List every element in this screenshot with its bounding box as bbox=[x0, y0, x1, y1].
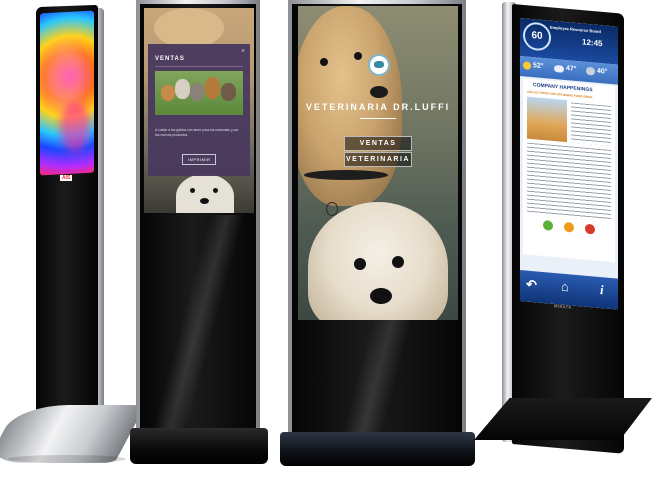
article-text-right bbox=[571, 102, 611, 146]
weather-temp-2: 47° bbox=[566, 65, 577, 73]
kiosk-2-puppy-top bbox=[154, 8, 224, 48]
action-button-orange[interactable] bbox=[564, 221, 574, 233]
board-title: Employee Resource Board bbox=[550, 24, 601, 35]
paw-icon bbox=[368, 54, 390, 76]
kiosk-2-screen: VENTAS × A cuidar a los gatitos con amor… bbox=[144, 8, 254, 213]
board-content: COMPANY HAPPENINGS COLLECTIONS FOR UPCOM… bbox=[523, 78, 615, 263]
food-drive-image bbox=[527, 96, 567, 143]
dialog-divider bbox=[155, 66, 243, 67]
kiosk-3-screen: VETERINARIA DR.LUFFI VENTAS VETERINARIA bbox=[298, 6, 458, 320]
rain-icon bbox=[586, 66, 595, 76]
board-time: 12:45 bbox=[582, 37, 603, 49]
article-text bbox=[527, 142, 611, 220]
home-icon[interactable]: ⌂ bbox=[561, 279, 569, 295]
weather-temp-3: 40° bbox=[597, 67, 608, 76]
kittens-image bbox=[155, 71, 243, 115]
white-puppy bbox=[308, 202, 448, 320]
menu-button-veterinaria[interactable]: VETERINARIA bbox=[344, 152, 412, 167]
back-arrow-icon[interactable]: ↶ bbox=[526, 277, 537, 294]
kiosk-3: VETERINARIA DR.LUFFI VENTAS VETERINARIA bbox=[280, 0, 475, 470]
close-icon[interactable]: × bbox=[241, 48, 245, 55]
cloud-icon bbox=[554, 64, 564, 73]
print-button[interactable]: IMPRIMIR bbox=[182, 154, 217, 165]
ventas-dialog: VENTAS × A cuidar a los gatitos con amor… bbox=[148, 44, 250, 176]
kiosk-1: AIS bbox=[0, 0, 146, 470]
weather-temp-1: 52° bbox=[533, 62, 544, 71]
kiosk-1-screen bbox=[40, 10, 94, 176]
kiosk-2-puppy-bottom bbox=[176, 174, 234, 213]
kiosk-4-base bbox=[474, 398, 652, 440]
info-icon[interactable]: i bbox=[600, 282, 604, 298]
logo-60-icon: 60 bbox=[523, 21, 551, 52]
title-divider bbox=[360, 118, 396, 119]
kiosk-1-logo: AIS bbox=[60, 175, 73, 181]
dialog-body-text: A cuidar a los gatitos con amor para tus… bbox=[155, 128, 239, 137]
kiosk-1-base-shadow bbox=[8, 455, 126, 463]
kiosk-4: 60 Employee Resource Board 12:45 52° 47°… bbox=[472, 0, 654, 470]
sun-icon bbox=[523, 61, 531, 70]
kiosk-3-base bbox=[280, 432, 475, 466]
kiosk-2: VENTAS × A cuidar a los gatitos con amor… bbox=[128, 0, 270, 470]
menu-button-ventas[interactable]: VENTAS bbox=[344, 136, 412, 151]
dialog-title: VENTAS bbox=[155, 56, 185, 62]
action-button-red[interactable] bbox=[585, 223, 595, 235]
kiosk-4-screen: 60 Employee Resource Board 12:45 52° 47°… bbox=[520, 18, 618, 310]
clinic-title: VETERINARIA DR.LUFFI bbox=[305, 102, 451, 112]
puppy-collar bbox=[304, 170, 388, 180]
kiosk-2-base bbox=[130, 428, 268, 464]
action-button-green[interactable] bbox=[543, 220, 553, 231]
